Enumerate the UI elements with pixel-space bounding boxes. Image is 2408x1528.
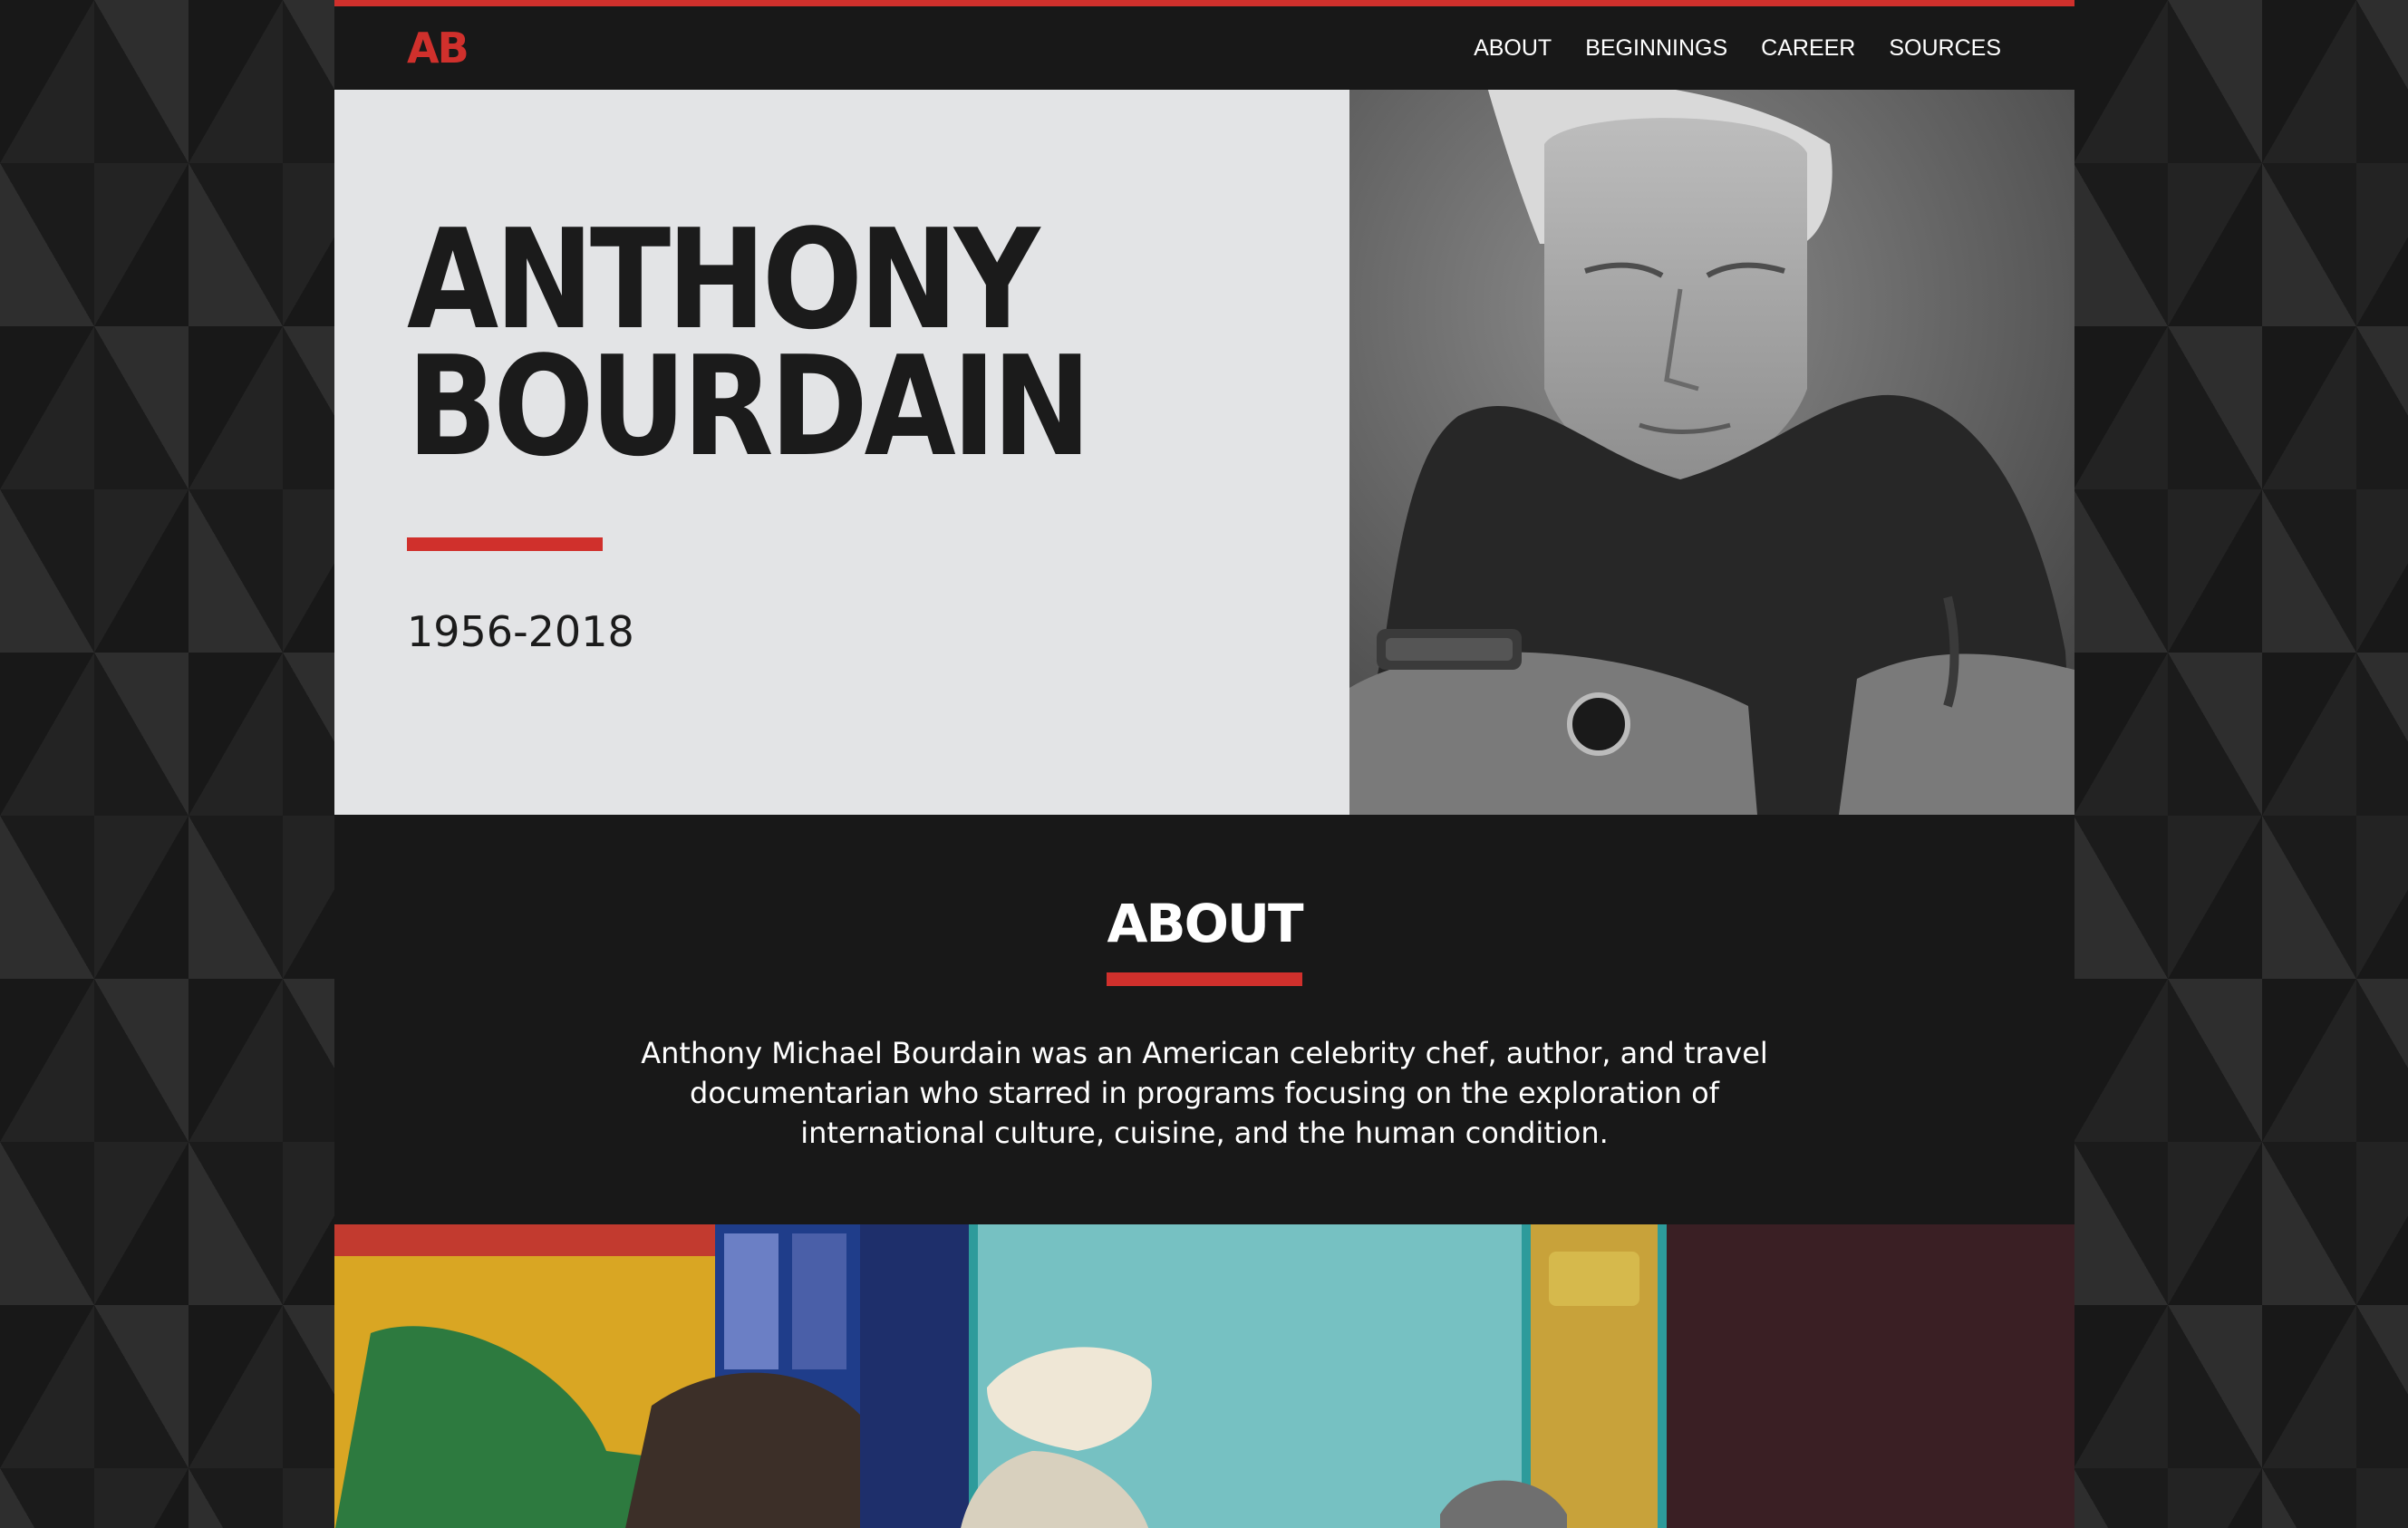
nav-link-beginnings[interactable]: BEGINNINGS [1585,35,1727,62]
page-container: AB ABOUT BEGINNINGS CAREER SOURCES ANTHO… [334,0,2074,1528]
hero-years: 1956-2018 [407,607,634,656]
hero-section: ANTHONY BOURDAIN 1956-2018 [334,90,2074,815]
feature-image [334,1224,2074,1528]
nav-menu: ABOUT BEGINNINGS CAREER SOURCES [1474,35,2001,62]
hero-title-last-name: BOURDAIN [407,326,1091,487]
hero-text-panel: ANTHONY BOURDAIN 1956-2018 [334,90,1349,815]
portrait-photo [1349,90,2074,815]
navbar: AB ABOUT BEGINNINGS CAREER SOURCES [334,6,2074,90]
about-section: ABOUT Anthony Michael Bourdain was an Am… [334,815,2074,1224]
about-divider [1107,972,1302,986]
nav-link-career[interactable]: CAREER [1761,35,1855,62]
nav-link-about[interactable]: ABOUT [1474,35,1552,62]
about-heading: ABOUT [1107,893,1303,954]
nav-link-sources[interactable]: SOURCES [1889,35,2001,62]
feature-photo [334,1224,2074,1528]
about-description: Anthony Michael Bourdain was an American… [641,1036,1768,1150]
hero-divider [407,537,603,551]
portrait-image [1349,90,2074,815]
hero-title: ANTHONY BOURDAIN [407,211,1217,476]
logo[interactable]: AB [407,24,469,73]
